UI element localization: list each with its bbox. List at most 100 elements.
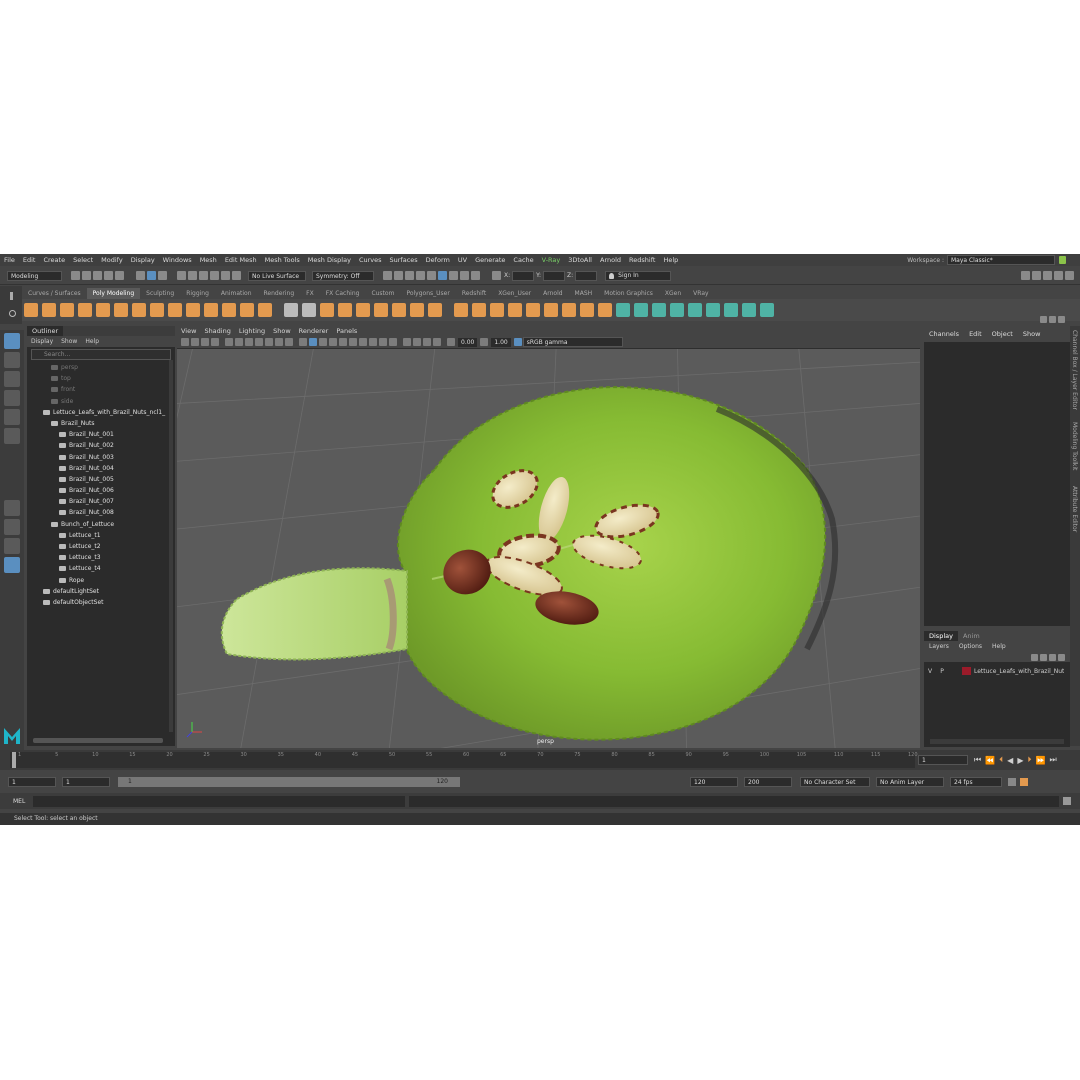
- menu-edit-mesh[interactable]: Edit Mesh: [221, 256, 261, 264]
- motion-blur-icon[interactable]: [369, 338, 377, 346]
- redo-icon[interactable]: [115, 271, 124, 280]
- layer-tab-anim[interactable]: Anim: [958, 631, 985, 641]
- text-icon[interactable]: [258, 303, 272, 317]
- render-settings-icon[interactable]: [416, 271, 425, 280]
- attribute-editor-icon[interactable]: [1032, 271, 1041, 280]
- planar-uv-icon[interactable]: [634, 303, 648, 317]
- safe-action-icon[interactable]: [275, 338, 283, 346]
- y-field[interactable]: [543, 270, 566, 281]
- layer-editor-toggle-icon[interactable]: [1049, 316, 1056, 323]
- safe-title-icon[interactable]: [285, 338, 293, 346]
- mirror-icon[interactable]: [410, 303, 424, 317]
- transform-icon[interactable]: [492, 271, 501, 280]
- shelf-settings-icon[interactable]: [9, 310, 16, 317]
- multi-cut-icon[interactable]: [562, 303, 576, 317]
- target-weld-icon[interactable]: [544, 303, 558, 317]
- select-component-icon[interactable]: [158, 271, 167, 280]
- lock-icon[interactable]: [1059, 256, 1066, 264]
- shelf-tab-custom[interactable]: Custom: [365, 288, 400, 299]
- outliner-menu-help[interactable]: Help: [85, 338, 99, 345]
- boolean-icon[interactable]: [392, 303, 406, 317]
- outliner-node[interactable]: defaultLightSet: [27, 586, 175, 597]
- shelf-tab-rendering[interactable]: Rendering: [258, 288, 301, 299]
- menu-windows[interactable]: Windows: [159, 256, 196, 264]
- film-gate-icon[interactable]: [235, 338, 243, 346]
- unfold-icon[interactable]: [706, 303, 720, 317]
- modeling-toolkit-icon[interactable]: [1021, 271, 1030, 280]
- outliner-node[interactable]: front: [27, 384, 175, 395]
- symmetry-dropdown[interactable]: Symmetry: Off: [312, 270, 374, 281]
- menu-arnold[interactable]: Arnold: [596, 256, 625, 264]
- outliner-node[interactable]: defaultObjectSet: [27, 597, 175, 608]
- menu-generate[interactable]: Generate: [471, 256, 509, 264]
- step-back-icon[interactable]: ⏪: [985, 756, 995, 765]
- menu-redshift[interactable]: Redshift: [625, 256, 659, 264]
- range-bar-fill[interactable]: [118, 777, 460, 787]
- outliner-node[interactable]: Lettuce_t4: [27, 563, 175, 574]
- shelf-tab-polygons-user[interactable]: Polygons_User: [400, 288, 455, 299]
- outliner-node[interactable]: Lettuce_t2: [27, 541, 175, 552]
- outliner-node[interactable]: Lettuce_Leafs_with_Brazil_Nuts_ncl1_: [27, 407, 175, 418]
- outliner-node[interactable]: Rope: [27, 575, 175, 586]
- shelf-tab-animation[interactable]: Animation: [215, 288, 258, 299]
- render-frame-icon[interactable]: [394, 271, 403, 280]
- menu-create[interactable]: Create: [39, 256, 69, 264]
- menu-file[interactable]: File: [0, 256, 19, 264]
- rotate-tool-icon[interactable]: [4, 409, 20, 425]
- select-hierarchy-icon[interactable]: [136, 271, 145, 280]
- outliner-menu-show[interactable]: Show: [61, 338, 77, 345]
- select-camera-icon[interactable]: [181, 338, 189, 346]
- exposure-field[interactable]: 0.00: [458, 337, 478, 347]
- go-to-start-icon[interactable]: ⏮: [974, 755, 981, 765]
- edge-loop-icon[interactable]: [580, 303, 594, 317]
- camera-attributes-icon[interactable]: [191, 338, 199, 346]
- cube-icon[interactable]: [42, 303, 56, 317]
- snap-point-icon[interactable]: [199, 271, 208, 280]
- outliner-layout-icon[interactable]: [4, 557, 20, 573]
- new-scene-icon[interactable]: [71, 271, 80, 280]
- side-tab-modeling-toolkit[interactable]: Modeling Toolkit: [1071, 422, 1078, 470]
- extract-icon[interactable]: [356, 303, 370, 317]
- move-layer-down-icon[interactable]: [1040, 653, 1047, 661]
- auto-uv-icon[interactable]: [670, 303, 684, 317]
- channel-box-toggle-icon[interactable]: [1040, 316, 1047, 323]
- hypershade-icon[interactable]: [427, 271, 436, 280]
- smooth-icon[interactable]: [374, 303, 388, 317]
- layer-visibility-toggle[interactable]: V: [924, 668, 936, 675]
- wireframe-on-shaded-icon[interactable]: [319, 338, 327, 346]
- cylinder-icon[interactable]: [60, 303, 74, 317]
- attribute-editor-toggle-icon[interactable]: [1058, 316, 1065, 323]
- ambient-occlusion-icon[interactable]: [359, 338, 367, 346]
- time-slider[interactable]: 1 5 10 15 20 25 30 35 40 45 50 55 60 65 70 75 80 85 90 95 10…: [0, 750, 1080, 770]
- shelf-tab-xgen[interactable]: XGen: [659, 288, 687, 299]
- current-frame-field[interactable]: 1: [918, 755, 968, 765]
- shadows-icon[interactable]: [349, 338, 357, 346]
- plane-icon[interactable]: [114, 303, 128, 317]
- go-to-end-icon[interactable]: ⏭: [1049, 755, 1056, 765]
- play-forward-icon[interactable]: ▶: [1017, 756, 1023, 765]
- channel-menu-edit[interactable]: Edit: [969, 330, 982, 338]
- fill-hole-icon[interactable]: [508, 303, 522, 317]
- menu-display[interactable]: Display: [127, 256, 159, 264]
- bridge-icon[interactable]: [428, 303, 442, 317]
- menu-edit[interactable]: Edit: [19, 256, 40, 264]
- outliner-tab[interactable]: Outliner: [27, 326, 175, 336]
- color-management-icon[interactable]: [513, 338, 522, 346]
- smooth-shade-icon[interactable]: [309, 338, 317, 346]
- tool-settings-icon[interactable]: [1043, 271, 1052, 280]
- gamma-field[interactable]: 1.00: [491, 337, 511, 347]
- shelf-tab-curves-surfaces[interactable]: Curves / Surfaces: [22, 288, 87, 299]
- viewport-menu-renderer[interactable]: Renderer: [299, 327, 329, 335]
- merge-icon[interactable]: [526, 303, 540, 317]
- menu-uv[interactable]: UV: [454, 256, 471, 264]
- exposure-icon[interactable]: [447, 338, 455, 346]
- disc-icon[interactable]: [132, 303, 146, 317]
- outliner-search-input[interactable]: Search...: [31, 349, 171, 360]
- depth-of-field-icon[interactable]: [389, 338, 397, 346]
- shelf-tab-motion-graphics[interactable]: Motion Graphics: [598, 288, 659, 299]
- outliner-node[interactable]: side: [27, 396, 175, 407]
- outliner-vscroll[interactable]: [169, 360, 173, 732]
- menu-surfaces[interactable]: Surfaces: [386, 256, 422, 264]
- shelf-tab-fx[interactable]: FX: [300, 288, 320, 299]
- outliner-hscroll[interactable]: [33, 738, 163, 743]
